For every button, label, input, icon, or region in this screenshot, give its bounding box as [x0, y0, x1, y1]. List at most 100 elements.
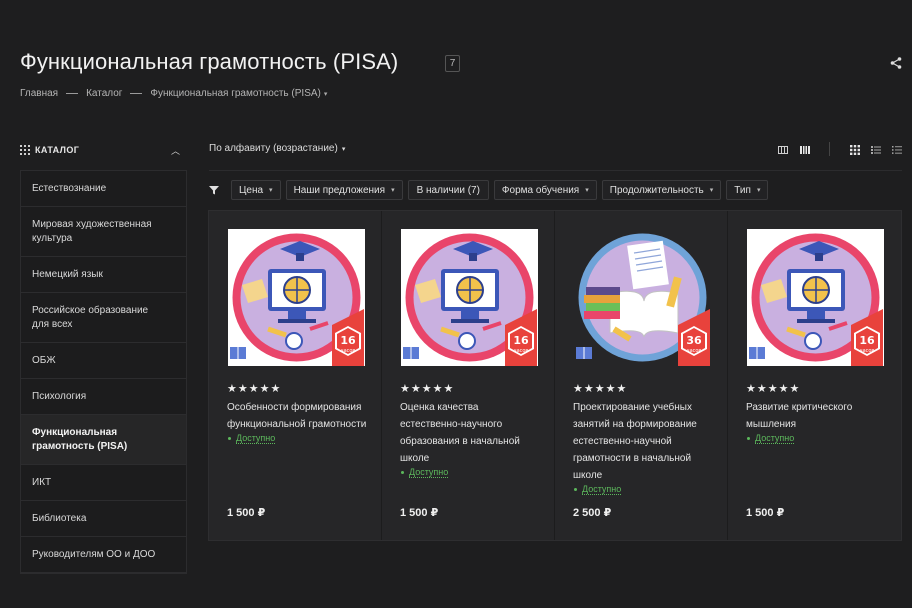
filter-label: Наши предложения: [293, 184, 386, 196]
sidebar-item-russian-education[interactable]: Российское образование для всех: [21, 293, 186, 343]
list-view-icon[interactable]: [871, 144, 881, 156]
rating-stars: ★★★★★: [573, 383, 628, 395]
product-count-badge: 7: [445, 55, 460, 72]
filter-price[interactable]: Цена ▾: [231, 180, 281, 200]
svg-text:часов: часов: [514, 348, 529, 354]
svg-text:часов: часов: [687, 348, 702, 354]
sidebar-item-label: Естествознание: [32, 182, 107, 194]
breadcrumb-catalog[interactable]: Каталог: [86, 88, 122, 99]
product-image[interactable]: 16 часов: [228, 229, 365, 366]
sidebar-item-natural-science[interactable]: Естествознание: [21, 171, 186, 207]
availability-status: Доступно: [227, 433, 367, 444]
rating-stars: ★★★★★: [227, 383, 282, 395]
page-title: Функциональная грамотность (PISA): [20, 49, 399, 74]
sidebar-item-label: ОБЖ: [32, 354, 56, 366]
tile-view-icon[interactable]: [850, 144, 860, 156]
availability-label: Доступно: [582, 484, 622, 495]
filter-label: Форма обучения: [501, 184, 580, 196]
toolbar-divider: [209, 170, 902, 171]
table-view-icon[interactable]: [800, 144, 810, 156]
rating-stars: ★★★★★: [746, 383, 801, 395]
filter-label: Цена: [239, 184, 264, 196]
toolbar-divider: [829, 142, 830, 156]
sidebar-item-label: Психология: [32, 390, 87, 402]
breadcrumb-home[interactable]: Главная: [20, 88, 58, 99]
product-card[interactable]: 16 часов ★★★★★ Оценка качества естествен…: [382, 211, 555, 540]
chevron-down-icon: ▾: [269, 187, 273, 194]
filter-in-stock[interactable]: В наличии (7): [407, 180, 489, 200]
status-dot: [401, 471, 404, 474]
svg-text:16: 16: [340, 334, 356, 347]
sidebar-item-world-art-culture[interactable]: Мировая художественная культура: [21, 207, 186, 257]
filter-label: Тип: [734, 184, 751, 196]
sidebar-item-german[interactable]: Немецкий язык: [21, 257, 186, 293]
product-image[interactable]: 16 часов: [747, 229, 884, 366]
filter-icon[interactable]: [209, 185, 219, 195]
sidebar-item-label: Российское образование для всех: [32, 304, 149, 330]
filter-study-form[interactable]: Форма обучения ▾: [493, 180, 597, 200]
chevron-up-icon[interactable]: ︿: [171, 144, 180, 157]
filter-duration[interactable]: Продолжительность ▾: [601, 180, 722, 200]
sidebar-item-obzh[interactable]: ОБЖ: [21, 343, 186, 379]
product-grid: 16 часов ★★★★★ Особенности формирования …: [208, 210, 902, 541]
chevron-down-icon[interactable]: ▾: [324, 90, 328, 98]
sidebar-item-label: Руководителям ОО и ДОО: [32, 548, 156, 560]
sort-label: По алфавиту (возрастание): [209, 143, 338, 154]
availability-label: Доступно: [409, 467, 449, 478]
sort-dropdown[interactable]: По алфавиту (возрастание) ▾: [209, 143, 345, 154]
chevron-down-icon: ▾: [391, 187, 395, 194]
availability-label: Доступно: [755, 433, 795, 444]
product-card[interactable]: 36 часов ★★★★★ Проектирование учебных за…: [555, 211, 728, 540]
compact-list-view-icon[interactable]: [892, 144, 902, 156]
chevron-down-icon: ▾: [585, 187, 589, 194]
price-view-icon[interactable]: [778, 144, 788, 156]
filter-label: Продолжительность: [609, 184, 704, 196]
filter-type[interactable]: Тип ▾: [726, 180, 769, 200]
breadcrumb-current[interactable]: Функциональная грамотность (PISA): [150, 88, 320, 99]
product-title[interactable]: Особенности формирования функциональной …: [227, 399, 367, 444]
product-title-text: Особенности формирования функциональной …: [227, 402, 367, 430]
filter-label: В наличии (7): [416, 184, 480, 196]
product-image[interactable]: 36 часов: [574, 229, 711, 366]
availability-status: Доступно: [400, 467, 540, 478]
status-dot: [228, 437, 231, 440]
sidebar-item-library[interactable]: Библиотека: [21, 501, 186, 537]
product-title-text: Развитие критического мышления: [746, 402, 853, 430]
product-image[interactable]: 16 часов: [401, 229, 538, 366]
product-card[interactable]: 16 часов ★★★★★ Развитие критического мыш…: [728, 211, 901, 540]
sidebar-item-label: Немецкий язык: [32, 268, 103, 280]
svg-text:16: 16: [513, 334, 529, 347]
chevron-down-icon: ▾: [341, 146, 346, 153]
sidebar-item-ikt[interactable]: ИКТ: [21, 465, 186, 501]
sidebar-item-functional-literacy[interactable]: Функциональная грамотность (PISA): [21, 415, 186, 465]
sidebar-item-label: Функциональная грамотность (PISA): [32, 426, 128, 452]
product-title[interactable]: Оценка качества естественно-научного обр…: [400, 399, 540, 478]
computer-icon: 16 часов: [749, 233, 883, 366]
books-icon: 36 часов: [576, 233, 710, 366]
product-price: 1 500 ₽: [746, 507, 785, 519]
product-price: 1 500 ₽: [400, 507, 439, 519]
status-dot: [747, 437, 750, 440]
filter-bar: Цена ▾ Наши предложения ▾ В наличии (7) Фо…: [209, 180, 773, 200]
product-title-text: Оценка качества естественно-научного обр…: [400, 402, 520, 464]
sidebar-item-managers[interactable]: Руководителям ОО и ДОО: [21, 537, 186, 573]
breadcrumb: Главная Каталог Функциональная грамотнос…: [20, 88, 327, 99]
product-title-text: Проектирование учебных занятий на формир…: [573, 402, 697, 481]
product-price: 1 500 ₽: [227, 507, 266, 519]
chevron-down-icon: ▾: [709, 187, 714, 194]
breadcrumb-separator: [66, 93, 79, 94]
product-card[interactable]: 16 часов ★★★★★ Особенности формирования …: [209, 211, 382, 540]
product-title[interactable]: Проектирование учебных занятий на формир…: [573, 399, 713, 495]
filter-offers[interactable]: Наши предложения ▾: [285, 180, 403, 200]
catalog-heading: КАТАЛОГ: [35, 145, 80, 155]
share-icon[interactable]: [889, 56, 903, 70]
availability-label: Доступно: [236, 433, 276, 444]
catalog-header[interactable]: КАТАЛОГ ︿: [20, 140, 186, 160]
svg-text:часов: часов: [341, 348, 356, 354]
sidebar-item-psychology[interactable]: Психология: [21, 379, 186, 415]
svg-text:36: 36: [686, 334, 702, 347]
availability-status: Доступно: [573, 484, 713, 495]
rating-stars: ★★★★★: [400, 383, 455, 395]
product-title[interactable]: Развитие критического мышления Доступно: [746, 399, 886, 444]
product-price: 2 500 ₽: [573, 507, 612, 519]
